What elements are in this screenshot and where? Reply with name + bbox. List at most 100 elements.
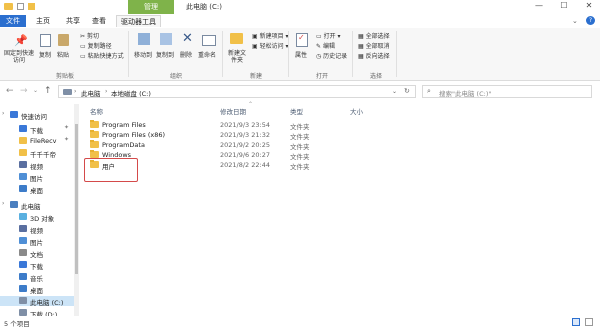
details-view-icon[interactable] bbox=[572, 318, 580, 326]
edit-button[interactable]: ✎ 编辑 bbox=[316, 41, 335, 50]
sidebar-item[interactable]: 此电脑 (C:) bbox=[0, 296, 74, 307]
select-none-button[interactable]: ▦ 全部取消 bbox=[358, 41, 390, 50]
file-row[interactable]: 用户 2021/8/2 22:44 文件夹 bbox=[80, 160, 480, 171]
address-dropdown-icon[interactable]: ⌄ bbox=[392, 88, 397, 95]
column-header-type[interactable]: 类型 bbox=[290, 106, 303, 116]
select-group-label: 选择 bbox=[370, 73, 383, 80]
breadcrumb-drive-c[interactable]: 本地磁盘 (C:) bbox=[111, 88, 151, 98]
breadcrumb-sep: › bbox=[74, 88, 77, 95]
sidebar-item[interactable]: 桌面 bbox=[0, 284, 74, 295]
sidebar-item[interactable]: 视频 bbox=[0, 224, 74, 235]
maximize-button[interactable]: ☐ bbox=[553, 1, 575, 10]
help-icon[interactable]: ? bbox=[586, 16, 595, 25]
file-row[interactable]: Windows 2021/9/6 20:27 文件夹 bbox=[80, 150, 480, 161]
expand-chevron-icon[interactable]: › bbox=[2, 200, 4, 207]
forward-arrow-icon[interactable]: → bbox=[20, 86, 28, 96]
refresh-icon[interactable]: ↻ bbox=[404, 87, 410, 95]
file-row[interactable]: Program Files 2021/9/3 23:54 文件夹 bbox=[80, 120, 480, 131]
search-field[interactable]: ⌕ 搜索"此电脑 (C:)" bbox=[422, 85, 592, 98]
copy-path-button[interactable]: ▭ 复制路径 bbox=[80, 41, 112, 50]
collapse-up-icon[interactable]: ⌃ bbox=[248, 101, 253, 108]
sidebar-item[interactable]: 图片 bbox=[0, 172, 74, 183]
tab-home[interactable]: 主页 bbox=[32, 15, 54, 27]
tab-drive-tools[interactable]: 驱动器工具 bbox=[116, 15, 161, 27]
title-bar: 管理 此电脑 (C:) — ☐ ✕ bbox=[0, 0, 600, 14]
address-field[interactable]: › 此电脑 › 本地磁盘 (C:) ⌄ ↻ bbox=[58, 85, 416, 98]
sidebar-item[interactable]: 下载 bbox=[0, 260, 74, 271]
column-header-date[interactable]: 修改日期 bbox=[220, 106, 246, 116]
paste-shortcut-button[interactable]: ▭ 粘贴快捷方式 bbox=[80, 51, 124, 60]
paste-button[interactable]: 粘贴 bbox=[57, 50, 69, 59]
sidebar-item-label: FileRecv bbox=[30, 137, 57, 145]
drive-icon bbox=[19, 309, 27, 316]
tab-file[interactable]: 文件 bbox=[0, 15, 26, 27]
sidebar-item[interactable]: 千千千帝 bbox=[0, 148, 74, 159]
sidebar-scroll-thumb[interactable] bbox=[75, 124, 78, 274]
select-all-button[interactable]: ▦ 全部选择 bbox=[358, 31, 390, 40]
sidebar-item-label: 视频 bbox=[30, 227, 43, 235]
sidebar-item[interactable]: ✦ 下载 bbox=[0, 124, 74, 135]
open-button[interactable]: ▭ 打开 ▾ bbox=[316, 31, 341, 40]
recent-dropdown-icon[interactable]: ⌄ bbox=[33, 87, 38, 94]
column-header-size[interactable]: 大小 bbox=[350, 106, 363, 116]
properties-button[interactable]: 属性 bbox=[295, 50, 307, 59]
pin-to-quick-access-button[interactable]: 固定到快速访问 bbox=[4, 50, 34, 64]
copy-to-button[interactable]: 复制到 bbox=[156, 50, 174, 59]
easy-access-button[interactable]: ▣ 轻松访问 ▾ bbox=[252, 41, 289, 50]
file-row[interactable]: Program Files (x86) 2021/9/3 21:32 文件夹 bbox=[80, 130, 480, 141]
up-arrow-icon[interactable]: ↑ bbox=[44, 86, 52, 96]
file-row[interactable]: ProgramData 2021/9/2 20:25 文件夹 bbox=[80, 140, 480, 151]
manage-tab[interactable]: 管理 bbox=[128, 0, 174, 14]
ribbon-separator bbox=[352, 31, 353, 77]
breadcrumb-this-pc[interactable]: 此电脑 bbox=[81, 88, 101, 98]
sidebar-item[interactable]: › 快速访问 bbox=[0, 110, 74, 121]
folder-icon bbox=[90, 130, 99, 138]
sidebar-scrollbar[interactable] bbox=[74, 104, 79, 316]
download-icon bbox=[19, 125, 27, 132]
address-bar-row: ← → ⌄ ↑ › 此电脑 › 本地磁盘 (C:) ⌄ ↻ ⌕ 搜索"此电脑 (… bbox=[0, 84, 600, 100]
folder-icon bbox=[90, 140, 99, 148]
sidebar-item[interactable]: 音乐 bbox=[0, 272, 74, 283]
file-list: ⌃ 名称 修改日期 类型 大小 Program Files 2021/9/3 23… bbox=[80, 101, 600, 316]
file-name: Program Files bbox=[102, 121, 146, 129]
new-item-button[interactable]: ▣ 新建项目 ▾ bbox=[252, 31, 289, 40]
move-to-icon bbox=[138, 33, 150, 45]
sidebar-item[interactable]: 3D 对象 bbox=[0, 212, 74, 223]
tab-view[interactable]: 查看 bbox=[88, 15, 110, 27]
new-folder-button[interactable]: 新建文件夹 bbox=[227, 50, 247, 64]
delete-button[interactable]: 删除 bbox=[180, 50, 192, 59]
navigation-pane: › 快速访问 ✦ 下载 ✦ FileRecv 千千千帝 视频 图片 桌面 › 此电脑 3D 对象 视频 图片… bbox=[0, 104, 74, 319]
ribbon-collapse-icon[interactable]: ⌄ bbox=[572, 17, 578, 25]
clipboard-group-label: 剪贴板 bbox=[56, 73, 75, 80]
cut-button[interactable]: ✂ 剪切 bbox=[80, 31, 99, 40]
sidebar-item-label: 图片 bbox=[30, 175, 43, 183]
back-arrow-icon[interactable]: ← bbox=[6, 86, 14, 96]
folder-quick-icon[interactable] bbox=[28, 3, 35, 10]
invert-selection-button[interactable]: ▦ 反向选择 bbox=[358, 51, 390, 60]
sidebar-item[interactable]: 文档 bbox=[0, 248, 74, 259]
file-date: 2021/9/3 21:32 bbox=[220, 131, 270, 139]
ribbon-separator bbox=[128, 31, 129, 77]
pin-icon: ✦ bbox=[64, 136, 70, 143]
save-icon[interactable] bbox=[17, 3, 24, 10]
column-header-name[interactable]: 名称 bbox=[90, 106, 103, 116]
sidebar-item[interactable]: › 此电脑 bbox=[0, 200, 74, 211]
sidebar-item[interactable]: ✦ FileRecv bbox=[0, 136, 74, 146]
folder-icon bbox=[90, 120, 99, 128]
rename-button[interactable]: 重命名 bbox=[198, 50, 216, 59]
large-icons-view-icon[interactable] bbox=[585, 318, 593, 326]
sidebar-item[interactable]: 图片 bbox=[0, 236, 74, 247]
sidebar-item-label: 下载 bbox=[30, 127, 43, 135]
drive-icon bbox=[19, 297, 27, 304]
minimize-button[interactable]: — bbox=[528, 1, 550, 10]
history-button[interactable]: ◷ 历史记录 bbox=[316, 51, 347, 60]
ribbon-separator bbox=[222, 31, 223, 77]
sidebar-item[interactable]: 视频 bbox=[0, 160, 74, 171]
move-to-button[interactable]: 移动到 bbox=[134, 50, 152, 59]
expand-chevron-icon[interactable]: › bbox=[2, 110, 4, 117]
sidebar-item[interactable]: 桌面 bbox=[0, 184, 74, 195]
close-button[interactable]: ✕ bbox=[578, 1, 600, 10]
tab-share[interactable]: 共享 bbox=[62, 15, 84, 27]
copy-button[interactable]: 复制 bbox=[39, 50, 51, 59]
sidebar-item-label: 图片 bbox=[30, 239, 43, 247]
